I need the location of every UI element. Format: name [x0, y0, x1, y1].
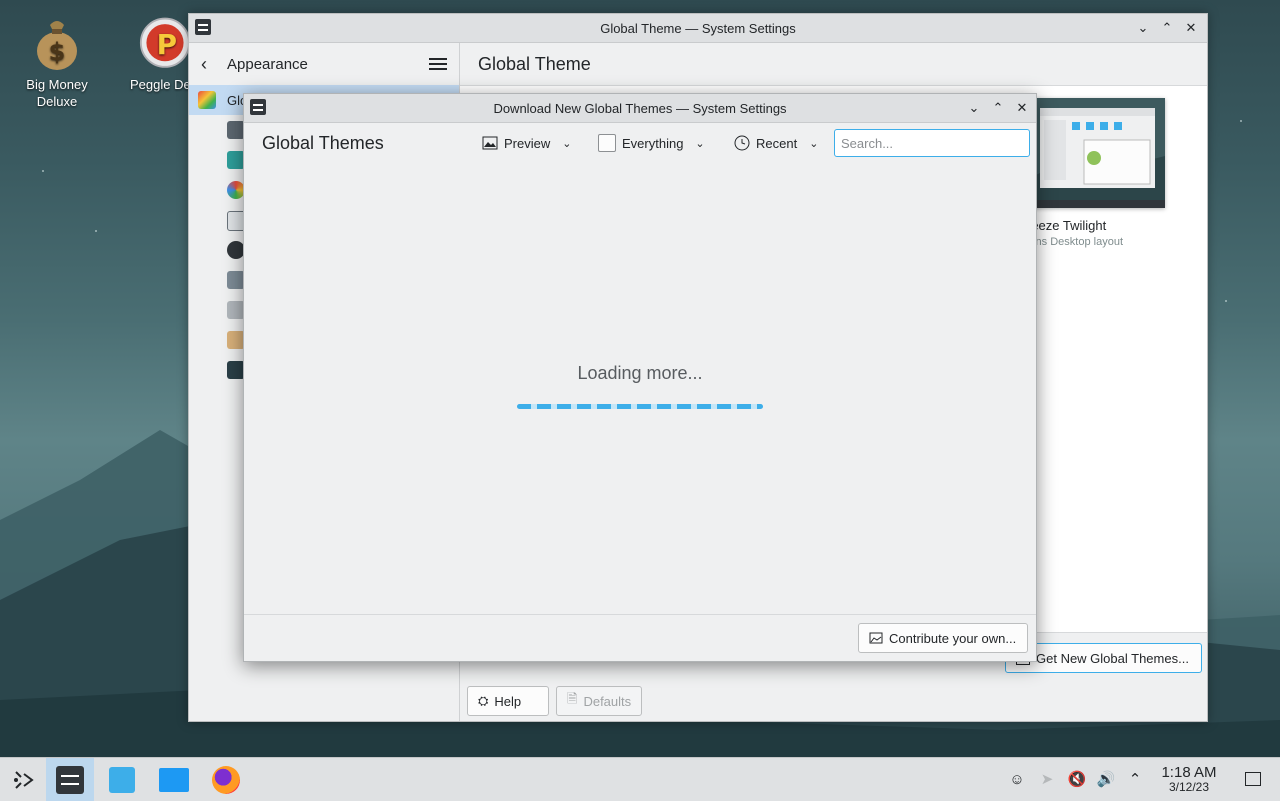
- system-settings-icon: [56, 765, 84, 794]
- minimize-button[interactable]: ⌄: [1133, 18, 1153, 38]
- image-icon: [482, 136, 498, 150]
- desktop-icon-label: Big Money Deluxe: [26, 77, 88, 109]
- loading-text: Loading more...: [577, 363, 703, 383]
- maximize-button[interactable]: ⌃: [1157, 18, 1177, 38]
- dialog-title: Global Themes: [262, 133, 384, 153]
- hamburger-menu-icon[interactable]: [429, 55, 447, 73]
- clock-time: 1:18 AM: [1161, 764, 1217, 781]
- theme-subtitle: ains Desktop layout: [1027, 236, 1123, 248]
- dialog-window-title: Download New Global Themes — System Sett…: [493, 100, 787, 116]
- filter-label: Everything: [622, 135, 684, 151]
- search-input[interactable]: [834, 129, 1030, 157]
- dialog-toolbar: Global Themes Preview ⌄ Everything ⌄ Rec…: [244, 123, 1036, 164]
- preview-dropdown[interactable]: Preview ⌄: [482, 129, 571, 157]
- window-title: Global Theme — System Settings: [600, 20, 796, 36]
- window-controls: ⌄ ⌃ ✕: [1133, 18, 1201, 38]
- taskbar-system-settings[interactable]: [46, 758, 94, 801]
- user-icon[interactable]: ☺: [1007, 769, 1027, 789]
- defaults-label: Defaults: [583, 693, 632, 709]
- application-launcher-icon[interactable]: [0, 758, 48, 801]
- theme-preview-breeze-twilight[interactable]: [1030, 98, 1165, 208]
- peggle-icon: P: [139, 6, 191, 72]
- volume-icon[interactable]: 🔊: [1096, 769, 1116, 789]
- loading-progress-bar: [517, 404, 763, 409]
- chevron-down-icon: ⌄: [809, 137, 819, 150]
- window-titlebar[interactable]: Global Theme — System Settings ⌄ ⌃ ✕: [189, 14, 1207, 43]
- desktop-icon-big-money[interactable]: $ Big Money Deluxe: [12, 14, 102, 110]
- preview-label: Preview: [504, 135, 551, 151]
- firefox-icon: [212, 765, 240, 794]
- page-title: Global Theme: [460, 43, 1207, 86]
- contribute-button[interactable]: Contribute your own...: [858, 623, 1028, 653]
- get-new-label: Get New Global Themes...: [1036, 650, 1189, 666]
- close-button[interactable]: ✕: [1012, 98, 1032, 118]
- help-label: Help: [494, 693, 522, 709]
- help-button[interactable]: ⛭ Help: [467, 686, 549, 716]
- global-theme-icon: [198, 91, 216, 109]
- system-settings-icon: [195, 19, 211, 35]
- filter-dropdown[interactable]: Everything ⌄: [598, 129, 705, 157]
- maximize-button[interactable]: ⌃: [988, 98, 1008, 118]
- svg-text:$: $: [49, 38, 66, 66]
- taskbar: ☺ ➤ 🔇 🔊 ⌃ 1:18 AM 3/12/23: [0, 757, 1280, 801]
- chevron-down-icon: ⌄: [695, 137, 705, 150]
- filter-checkbox[interactable]: [598, 134, 616, 152]
- help-icon: ⛭: [478, 693, 489, 708]
- defaults-icon: 🗎: [567, 691, 578, 706]
- clock-icon: [734, 135, 750, 151]
- sidebar-header: ‹ Appearance: [189, 43, 459, 86]
- taskbar-firefox[interactable]: [202, 758, 250, 801]
- minimize-button[interactable]: ⌄: [964, 98, 984, 118]
- dialog-footer: Contribute your own...: [244, 614, 1036, 661]
- svg-text:P: P: [157, 28, 177, 61]
- chevron-up-icon[interactable]: ⌃: [1125, 769, 1145, 789]
- show-desktop-icon[interactable]: [1243, 769, 1263, 789]
- discover-icon: [109, 766, 135, 793]
- digital-clock[interactable]: 1:18 AM 3/12/23: [1150, 765, 1228, 795]
- sort-dropdown[interactable]: Recent ⌄: [734, 129, 818, 157]
- dialog-titlebar[interactable]: Download New Global Themes — System Sett…: [244, 94, 1036, 123]
- sort-label: Recent: [756, 135, 798, 151]
- sidebar-back-label[interactable]: Appearance: [227, 56, 429, 73]
- contribute-label: Contribute your own...: [889, 630, 1017, 646]
- money-bag-icon: $: [31, 14, 83, 72]
- muted-audio-icon[interactable]: 🔇: [1067, 769, 1087, 789]
- chevron-down-icon: ⌄: [562, 137, 572, 150]
- folder-icon: [159, 767, 189, 792]
- network-icon[interactable]: ➤: [1037, 769, 1057, 789]
- clock-date: 3/12/23: [1168, 780, 1210, 794]
- taskbar-discover[interactable]: [98, 758, 146, 801]
- system-settings-icon: [250, 99, 266, 115]
- defaults-button[interactable]: 🗎 Defaults: [556, 686, 642, 716]
- theme-name: reeze Twilight: [1027, 218, 1107, 233]
- download-global-themes-dialog: Download New Global Themes — System Sett…: [243, 93, 1037, 662]
- dialog-content-area: Loading more...: [244, 163, 1036, 615]
- image-add-icon: [869, 632, 883, 644]
- close-button[interactable]: ✕: [1181, 18, 1201, 38]
- dialog-window-controls: ⌄ ⌃ ✕: [964, 98, 1032, 118]
- back-arrow-icon[interactable]: ‹: [201, 54, 219, 75]
- taskbar-file-manager[interactable]: [150, 758, 198, 801]
